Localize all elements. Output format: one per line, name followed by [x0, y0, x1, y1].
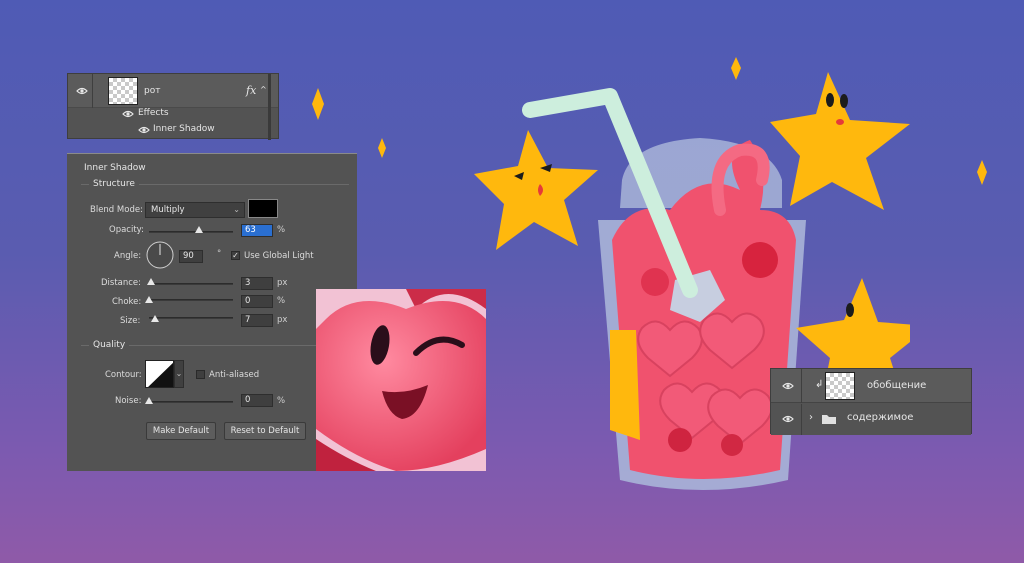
- choke-slider-knob[interactable]: [145, 296, 153, 303]
- layer-row-obobshchenie[interactable]: ↲ обобщение: [771, 369, 971, 403]
- noise-input[interactable]: 0: [241, 394, 273, 407]
- distance-slider-knob[interactable]: [147, 278, 155, 285]
- size-label: Size:: [120, 316, 141, 326]
- opacity-input[interactable]: 63: [241, 224, 273, 237]
- size-input[interactable]: 7: [241, 314, 273, 327]
- sparkle-2: [378, 138, 386, 158]
- reset-to-default-button[interactable]: Reset to Default: [224, 422, 306, 440]
- blend-mode-label: Blend Mode:: [90, 205, 143, 215]
- contour-picker[interactable]: [145, 360, 174, 388]
- heart-shape: [316, 301, 486, 471]
- opacity-label: Opacity:: [109, 225, 144, 235]
- sparkle-1: [312, 88, 324, 120]
- choke-label: Choke:: [112, 297, 142, 307]
- sparkle-4: [977, 160, 987, 185]
- layer-row-soderzhimoe[interactable]: › содержимое: [771, 404, 971, 435]
- layers-panel-right: ↲ обобщение › содержимое: [770, 368, 972, 435]
- size-unit: px: [277, 315, 288, 325]
- choke-unit: %: [277, 296, 286, 306]
- shadow-color-swatch[interactable]: [248, 199, 278, 218]
- anti-aliased-label[interactable]: Anti-aliased: [209, 370, 259, 380]
- use-global-light-label[interactable]: Use Global Light: [244, 251, 314, 261]
- star-bottom-left: [610, 330, 640, 440]
- cherry-4: [721, 434, 743, 456]
- choke-slider-track[interactable]: [149, 299, 233, 301]
- layer-row-mouth[interactable]: рот fx ^: [68, 74, 278, 108]
- opacity-unit: %: [277, 225, 286, 235]
- distance-input[interactable]: 3: [241, 277, 273, 290]
- quality-heading: Quality: [93, 340, 126, 350]
- layer-name-obobshchenie[interactable]: обобщение: [867, 380, 926, 391]
- star-left: [474, 130, 598, 250]
- visibility-eye-icon[interactable]: [782, 415, 794, 423]
- effects-eye-icon[interactable]: [122, 110, 134, 118]
- choke-input[interactable]: 0: [241, 295, 273, 308]
- use-global-light-checkbox[interactable]: ✓: [231, 251, 240, 260]
- size-slider-track[interactable]: [149, 317, 233, 319]
- cherry-3: [668, 428, 692, 452]
- size-slider-knob[interactable]: [151, 315, 159, 322]
- collapse-arrow-icon[interactable]: ^: [260, 85, 267, 94]
- angle-input[interactable]: 90: [179, 250, 203, 263]
- visibility-eye-icon[interactable]: [76, 87, 88, 95]
- heart-closeup-preview: [316, 289, 486, 471]
- anti-aliased-checkbox[interactable]: [196, 370, 205, 379]
- angle-dial[interactable]: [146, 241, 174, 269]
- contour-label: Contour:: [105, 370, 142, 380]
- folder-icon: [822, 415, 836, 424]
- cherry-2: [641, 268, 669, 296]
- angle-degree: °: [217, 249, 222, 259]
- dialog-title: Inner Shadow: [84, 163, 146, 173]
- noise-unit: %: [277, 396, 286, 406]
- layer-thumbnail[interactable]: [825, 372, 855, 400]
- layer-name-soderzhimoe[interactable]: содержимое: [847, 412, 913, 423]
- chevron-down-icon: ⌄: [233, 205, 240, 214]
- layer-thumbnail[interactable]: [108, 77, 138, 105]
- noise-slider-track[interactable]: [149, 401, 233, 403]
- clipping-arrow-icon: ↲: [815, 379, 824, 390]
- noise-label: Noise:: [115, 396, 142, 406]
- distance-label: Distance:: [101, 278, 142, 288]
- cherry-1: [742, 242, 778, 278]
- layers-panel-top: рот fx ^ Effects Inner Shadow: [67, 73, 279, 140]
- expand-arrow-icon[interactable]: ›: [809, 412, 813, 423]
- layer-name[interactable]: рот: [144, 86, 160, 96]
- contour-dropdown[interactable]: ⌄: [174, 360, 184, 388]
- blend-mode-select[interactable]: Multiply ⌄: [145, 202, 245, 218]
- inner-shadow-effect-item[interactable]: Inner Shadow: [153, 124, 215, 134]
- visibility-eye-icon[interactable]: [782, 382, 794, 390]
- effects-label[interactable]: Effects: [138, 108, 169, 118]
- make-default-button[interactable]: Make Default: [146, 422, 216, 440]
- distance-slider-track[interactable]: [149, 283, 233, 285]
- angle-label: Angle:: [114, 251, 142, 261]
- opacity-slider-track[interactable]: [149, 231, 233, 233]
- noise-slider-knob[interactable]: [145, 397, 153, 404]
- opacity-slider-knob[interactable]: [195, 226, 203, 233]
- structure-heading: Structure: [93, 179, 135, 189]
- star-top-right: [770, 72, 910, 210]
- fx-icon[interactable]: fx: [246, 84, 256, 97]
- distance-unit: px: [277, 278, 288, 288]
- inner-shadow-eye-icon[interactable]: [138, 126, 150, 134]
- inner-shadow-dialog: Inner Shadow Structure Blend Mode: Multi…: [67, 153, 357, 471]
